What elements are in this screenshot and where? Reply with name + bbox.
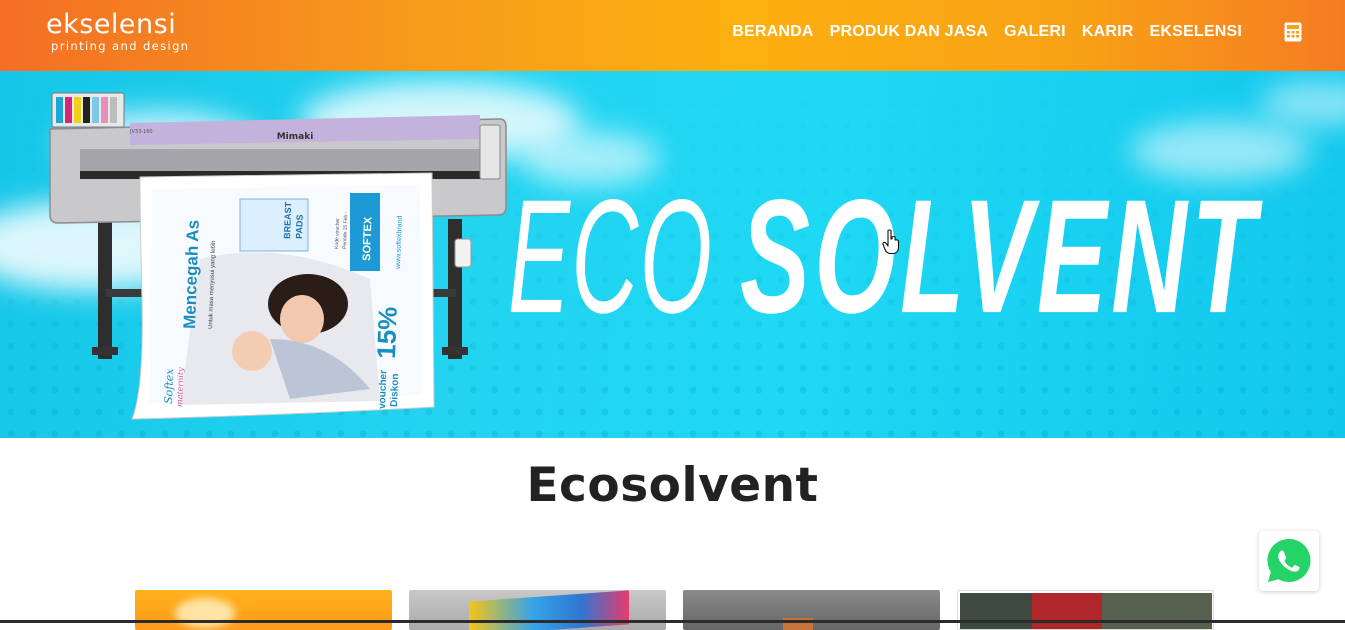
card-thumbnail [1102,593,1212,629]
main-nav: BERANDA PRODUK DAN JASA GALERI KARIR EKS… [732,23,1242,41]
site-header: ekselensi printing and design BERANDA PR… [0,0,1345,71]
banner-voucher: voucher [377,370,389,409]
nav-item-galeri[interactable]: GALERI [1004,23,1066,41]
card-thumbnail [469,590,629,630]
nav-item-produk-dan-jasa[interactable]: PRODUK DAN JASA [830,23,989,41]
banner-brand-2: maternity [175,367,185,407]
nav-item-beranda[interactable]: BERANDA [732,23,813,41]
whatsapp-button[interactable] [1259,531,1319,591]
card-thumbnail [1032,593,1102,629]
brand-name: ekselensi [46,9,177,40]
whatsapp-icon [1267,539,1311,582]
hero-banner: ECO SOLVENT Mimaki JV33-160 Mencegah As … [0,71,1345,438]
product-card[interactable] [957,590,1214,630]
product-card[interactable] [135,590,392,630]
brand-tagline: printing and design [51,39,190,53]
product-card[interactable] [409,590,666,630]
printer-model-label: JV33-160 [129,129,153,135]
ink-tanks [51,92,125,128]
banner-pads-1: BREAST [282,201,293,239]
banner-side-note: Kode voucher [334,218,341,249]
banner-pads-2: PADS [294,214,305,239]
card-thumbnail [960,593,1032,629]
product-cards [135,590,1214,630]
brand-logo[interactable]: ekselensi printing and design [46,9,190,53]
nav-item-karir[interactable]: KARIR [1082,23,1134,41]
hero-word-eco: ECO [508,165,714,347]
card-thumbnail [175,598,235,628]
hero-word-solvent: SOLVENT [740,165,1260,347]
calculator-icon[interactable] [1284,22,1302,42]
product-card[interactable] [683,590,940,630]
banner-headline: Mencegah As [180,220,203,330]
printer-illustration: Mimaki JV33-160 Mencegah As Untuk masa m… [49,92,507,420]
banner-percent: 15% [371,306,403,359]
nav-item-ekselensi[interactable]: EKSELENSI [1150,23,1243,41]
hand-cursor-icon [882,229,900,255]
printer-brand-label: Mimaki [277,132,314,142]
banner-badge: SOFTEX [361,216,375,261]
banner-diskon: Diskon [389,373,401,407]
hero-headline: ECO SOLVENT [508,167,1345,337]
page-title: Ecosolvent [526,458,819,513]
banner-brand-1: Softex [162,368,176,405]
